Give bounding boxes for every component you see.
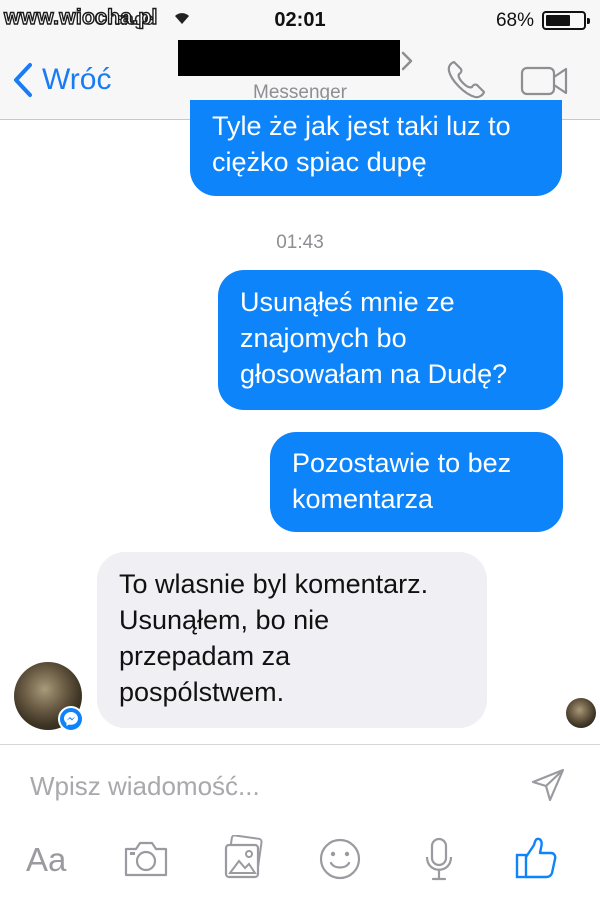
message-text-line: ciężko spiac dupę <box>212 147 427 177</box>
composer: Wpisz wiadomość... Aa <box>0 744 600 900</box>
message-text-line: głosowałam na Dudę? <box>240 359 508 389</box>
message-input[interactable]: Wpisz wiadomość... <box>30 771 260 802</box>
message-bubble-incoming[interactable]: To wlasnie byl komentarz. Usunąłem, bo n… <box>97 552 487 728</box>
message-text-line: znajomych bo <box>240 323 407 353</box>
message-text-line: Pozostawie to bez <box>292 448 512 478</box>
chevron-right-icon[interactable] <box>400 50 414 77</box>
battery-fill <box>546 15 571 26</box>
message-text-line: Tyle że jak jest taki luz to <box>212 111 511 141</box>
video-camera-icon[interactable] <box>520 64 570 103</box>
message-text-line: przepadam za <box>119 641 291 671</box>
message-timestamp: 01:43 <box>276 232 324 253</box>
message-bubble-outgoing[interactable]: Tyle że jak jest taki luz to ciężko spia… <box>190 100 562 196</box>
messenger-icon <box>58 706 84 732</box>
status-bar: Orange www.wiocha.pl 02:01 68% <box>0 0 600 40</box>
battery-icon <box>542 11 590 30</box>
message-bubble-outgoing[interactable]: Pozostawie to bez komentarza <box>270 432 563 532</box>
messenger-chat-screen: Orange www.wiocha.pl 02:01 68% Wróć Mess <box>0 0 600 900</box>
read-receipt-avatar <box>566 698 596 728</box>
emoji-icon[interactable] <box>318 837 362 881</box>
microphone-icon[interactable] <box>424 837 454 883</box>
battery-percent: 68% <box>495 10 534 31</box>
redacted-contact-name[interactable] <box>178 40 400 76</box>
camera-icon[interactable] <box>122 839 170 879</box>
message-text-line: To wlasnie byl komentarz. <box>119 569 429 599</box>
text-format-button[interactable]: Aa <box>26 841 66 879</box>
message-text-line: Usunąłem, bo nie <box>119 605 330 635</box>
message-text-line: pospólstwem. <box>119 677 285 707</box>
message-text-line: komentarza <box>292 484 434 514</box>
gallery-icon[interactable] <box>220 835 268 881</box>
thumbs-up-icon[interactable] <box>514 835 558 881</box>
message-bubble-outgoing[interactable]: Usunąłeś mnie ze znajomych bo głosowałam… <box>218 270 563 410</box>
message-text-line: Usunąłeś mnie ze <box>240 287 455 317</box>
send-icon[interactable] <box>530 767 566 808</box>
